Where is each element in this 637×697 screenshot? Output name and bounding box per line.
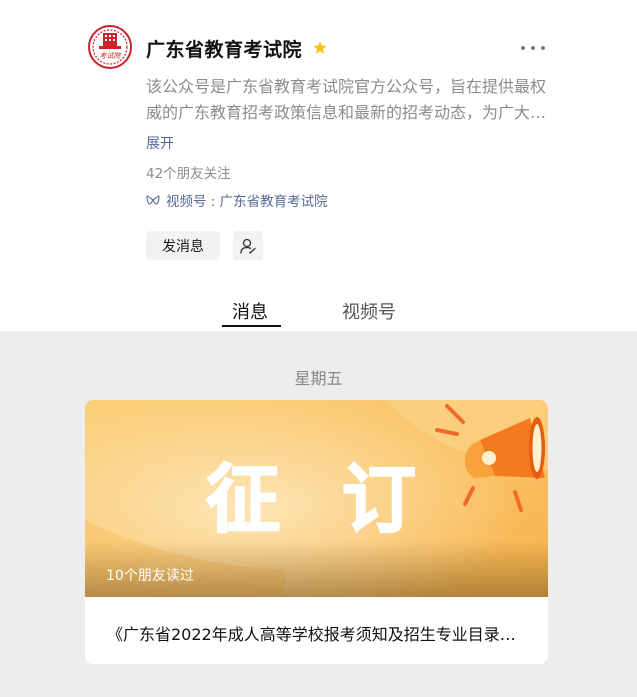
- exam-authority-logo-icon: 考试院: [92, 29, 128, 65]
- video-channel-link[interactable]: 视频号 : 广东省教育考试院: [146, 190, 328, 210]
- friends-following-count: 42个朋友关注: [146, 166, 231, 182]
- article-cover-image: 征 订 10个朋友读过: [85, 400, 548, 597]
- contact-card-icon: [240, 238, 256, 254]
- message-feed: 星期五 征 订 10个朋友读过 《广东省2022年成人高等学校报考须知及招生专业…: [0, 331, 637, 697]
- active-tab-indicator: [222, 325, 281, 327]
- video-channel-label: 视频号 : 广东省教育考试院: [166, 194, 328, 210]
- tab-messages[interactable]: 消息: [232, 298, 268, 324]
- more-dot-icon: [541, 46, 545, 50]
- more-options-button[interactable]: [521, 38, 545, 58]
- tab-video-channel[interactable]: 视频号: [342, 298, 396, 324]
- more-dot-icon: [531, 46, 535, 50]
- account-profile-header: 考试院 广东省教育考试院 该公众号是广东省教育考试院官方公众号，旨在提供最权威的…: [0, 0, 637, 331]
- expand-description-link[interactable]: 展开: [146, 133, 174, 153]
- logo-text: 考试院: [100, 52, 122, 60]
- account-logo[interactable]: 考试院: [88, 25, 132, 69]
- cover-headline: 征 订: [206, 457, 434, 543]
- account-description: 该公众号是广东省教育考试院官方公众号，旨在提供最权威的广东教育招考政策信息和最新…: [146, 77, 547, 122]
- verified-star-icon: [313, 41, 327, 54]
- account-name: 广东省教育考试院: [146, 38, 303, 61]
- video-channel-icon: [146, 195, 160, 205]
- recommend-to-friend-button[interactable]: [233, 231, 263, 260]
- date-divider: 星期五: [294, 369, 343, 388]
- article-card[interactable]: 征 订 10个朋友读过 《广东省2022年成人高等学校报考须知及招生专业目录》征…: [85, 400, 548, 664]
- article-title: 《广东省2022年成人高等学校报考须知及招生专业目录》征订启事: [107, 625, 527, 644]
- friends-read-count: 10个朋友读过: [106, 568, 194, 584]
- account-name-row: 广东省教育考试院: [146, 36, 328, 61]
- more-dot-icon: [521, 46, 525, 50]
- send-message-button[interactable]: 发消息: [146, 231, 220, 260]
